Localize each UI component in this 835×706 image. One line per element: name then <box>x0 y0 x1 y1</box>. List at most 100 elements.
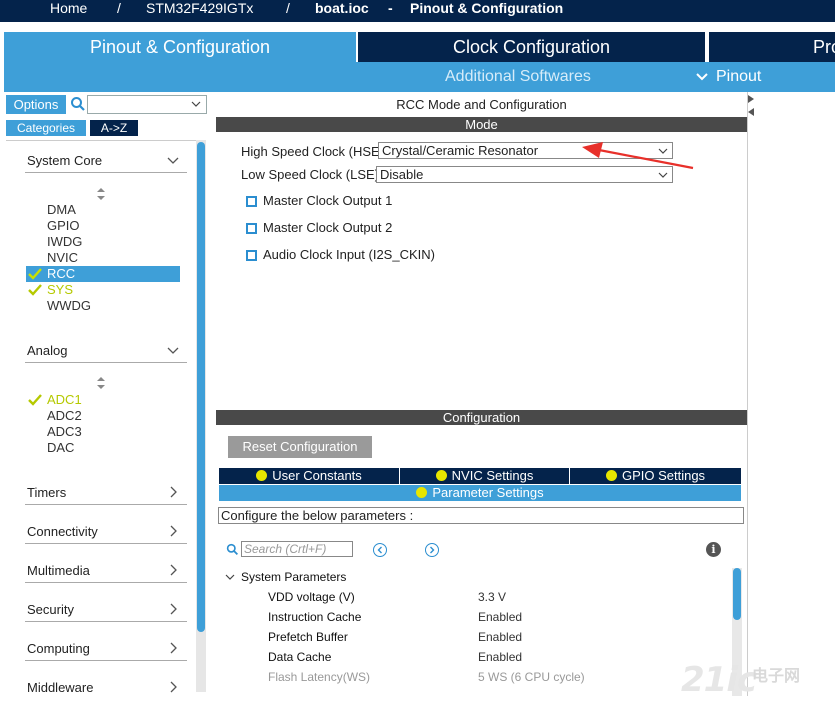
a-z-button[interactable]: A->Z <box>90 120 138 136</box>
param-name-dcache: Data Cache <box>268 650 332 664</box>
main-tabs: Pinout & Configuration Clock Configurati… <box>4 32 835 62</box>
tab-label: GPIO Settings <box>621 468 706 483</box>
param-value-prefetch[interactable]: Enabled <box>478 630 522 644</box>
chevron-down-icon <box>191 101 201 107</box>
chevron-down-icon <box>167 157 179 164</box>
parameters-description: Configure the below parameters : <box>218 507 744 524</box>
breadcrumb-separator: - <box>388 0 393 16</box>
param-value-vdd[interactable]: 3.3 V <box>478 590 506 604</box>
mco2-label: Master Clock Output 2 <box>263 220 393 235</box>
group-label: Security <box>27 602 74 617</box>
group-label: Multimedia <box>27 563 90 578</box>
check-icon <box>28 394 42 406</box>
chevron-right-icon <box>430 546 435 554</box>
chevron-left-icon <box>377 546 382 554</box>
mco2-checkbox[interactable] <box>246 223 257 234</box>
scrollbar-thumb[interactable] <box>197 142 205 632</box>
group-connectivity[interactable]: Connectivity <box>25 522 187 544</box>
list-item-dac[interactable]: DAC <box>26 440 180 456</box>
tab-project-manager[interactable]: Pro <box>707 32 835 62</box>
hse-select-value: Crystal/Ceramic Resonator <box>382 143 539 158</box>
list-item-adc3[interactable]: ADC3 <box>26 424 180 440</box>
group-security[interactable]: Security <box>25 600 187 622</box>
categories-button[interactable]: Categories <box>6 120 86 136</box>
list-item-nvic[interactable]: NVIC <box>26 250 180 266</box>
breadcrumb: Home / STM32F429IGTx / boat.ioc - Pinout… <box>0 0 835 22</box>
group-computing[interactable]: Computing <box>25 639 187 661</box>
sort-icon[interactable] <box>96 376 106 390</box>
list-item-adc1[interactable]: ADC1 <box>26 392 180 408</box>
list-item-wwdg[interactable]: WWDG <box>26 298 180 314</box>
tab-label: NVIC Settings <box>451 468 534 483</box>
section-system-parameters[interactable]: System Parameters <box>241 570 346 584</box>
search-icon <box>226 543 239 556</box>
breadcrumb-separator: / <box>117 0 121 16</box>
group-label: Connectivity <box>27 524 98 539</box>
list-item-dma[interactable]: DMA <box>26 202 180 218</box>
configuration-panel: Configuration Reset Configuration User C… <box>216 410 747 700</box>
sort-icon[interactable] <box>96 187 106 201</box>
parameter-search-input[interactable]: Search (Crtl+F) <box>241 541 353 557</box>
group-analog[interactable]: Analog <box>25 341 187 363</box>
lse-select-value: Disable <box>380 167 424 182</box>
group-system-core[interactable]: System Core <box>25 151 187 173</box>
watermark-text: 电子网 <box>752 668 801 685</box>
search-icon[interactable] <box>70 96 86 112</box>
tab-nvic-settings[interactable]: NVIC Settings <box>400 468 569 484</box>
param-name-icache: Instruction Cache <box>268 610 362 624</box>
panel-divider[interactable] <box>747 92 755 696</box>
list-item-rcc[interactable]: RCC <box>26 266 180 282</box>
chevron-right-icon <box>170 486 177 498</box>
options-button[interactable]: Options <box>6 95 66 114</box>
tab-clock-configuration[interactable]: Clock Configuration <box>356 32 705 62</box>
info-icon[interactable]: i <box>706 542 721 557</box>
check-circle-icon <box>416 487 428 498</box>
tab-pinout-configuration[interactable]: Pinout & Configuration <box>4 32 356 62</box>
group-multimedia[interactable]: Multimedia <box>25 561 187 583</box>
sub-toolbar: Additional Softwares Pinout <box>4 62 835 92</box>
check-icon <box>28 284 42 296</box>
additional-softwares-button[interactable]: Additional Softwares <box>445 68 591 86</box>
breadcrumb-home[interactable]: Home <box>50 0 87 17</box>
group-timers[interactable]: Timers <box>25 483 187 505</box>
group-middleware[interactable]: Middleware <box>25 678 187 696</box>
breadcrumb-view[interactable]: Pinout & Configuration <box>410 0 563 17</box>
collapse-arrow-icon[interactable] <box>748 108 754 116</box>
left-scrollbar[interactable] <box>196 140 206 692</box>
breadcrumb-device[interactable]: STM32F429IGTx <box>146 0 253 17</box>
pinout-view-area[interactable] <box>755 92 835 696</box>
chevron-down-icon[interactable] <box>225 573 235 581</box>
mco1-checkbox[interactable] <box>246 196 257 207</box>
group-label: System Core <box>27 153 103 168</box>
param-value-dcache[interactable]: Enabled <box>478 650 522 664</box>
next-match-button[interactable] <box>425 543 439 557</box>
configuration-header: Configuration <box>216 410 747 425</box>
reset-configuration-button[interactable]: Reset Configuration <box>228 436 372 458</box>
list-item-gpio[interactable]: GPIO <box>26 218 180 234</box>
scrollbar-thumb[interactable] <box>733 568 741 620</box>
hse-label: High Speed Clock (HSE) <box>241 144 385 159</box>
tab-parameter-settings[interactable]: Parameter Settings <box>219 485 741 501</box>
tab-gpio-settings[interactable]: GPIO Settings <box>570 468 741 484</box>
pinout-menu-button[interactable]: Pinout <box>716 68 761 86</box>
search-input[interactable] <box>87 95 207 114</box>
group-label: Analog <box>27 343 68 358</box>
param-name-prefetch: Prefetch Buffer <box>268 630 348 644</box>
audio-clock-checkbox[interactable] <box>246 250 257 261</box>
breadcrumb-file[interactable]: boat.ioc <box>315 0 369 17</box>
chevron-right-icon <box>170 564 177 576</box>
collapse-arrow-icon[interactable] <box>748 95 754 103</box>
check-circle-icon <box>256 470 268 481</box>
tab-user-constants[interactable]: User Constants <box>219 468 399 484</box>
check-circle-icon <box>435 470 447 481</box>
param-name-vdd: VDD voltage (V) <box>268 590 355 604</box>
param-value-icache[interactable]: Enabled <box>478 610 522 624</box>
list-item-adc2[interactable]: ADC2 <box>26 408 180 424</box>
param-name-flash-latency: Flash Latency(WS) <box>268 670 371 684</box>
group-label: Timers <box>27 485 67 500</box>
chevron-right-icon <box>170 642 177 654</box>
list-item-iwdg[interactable]: IWDG <box>26 234 180 250</box>
previous-match-button[interactable] <box>373 543 387 557</box>
list-item-sys[interactable]: SYS <box>26 282 180 298</box>
annotation-arrow-icon <box>582 142 694 170</box>
